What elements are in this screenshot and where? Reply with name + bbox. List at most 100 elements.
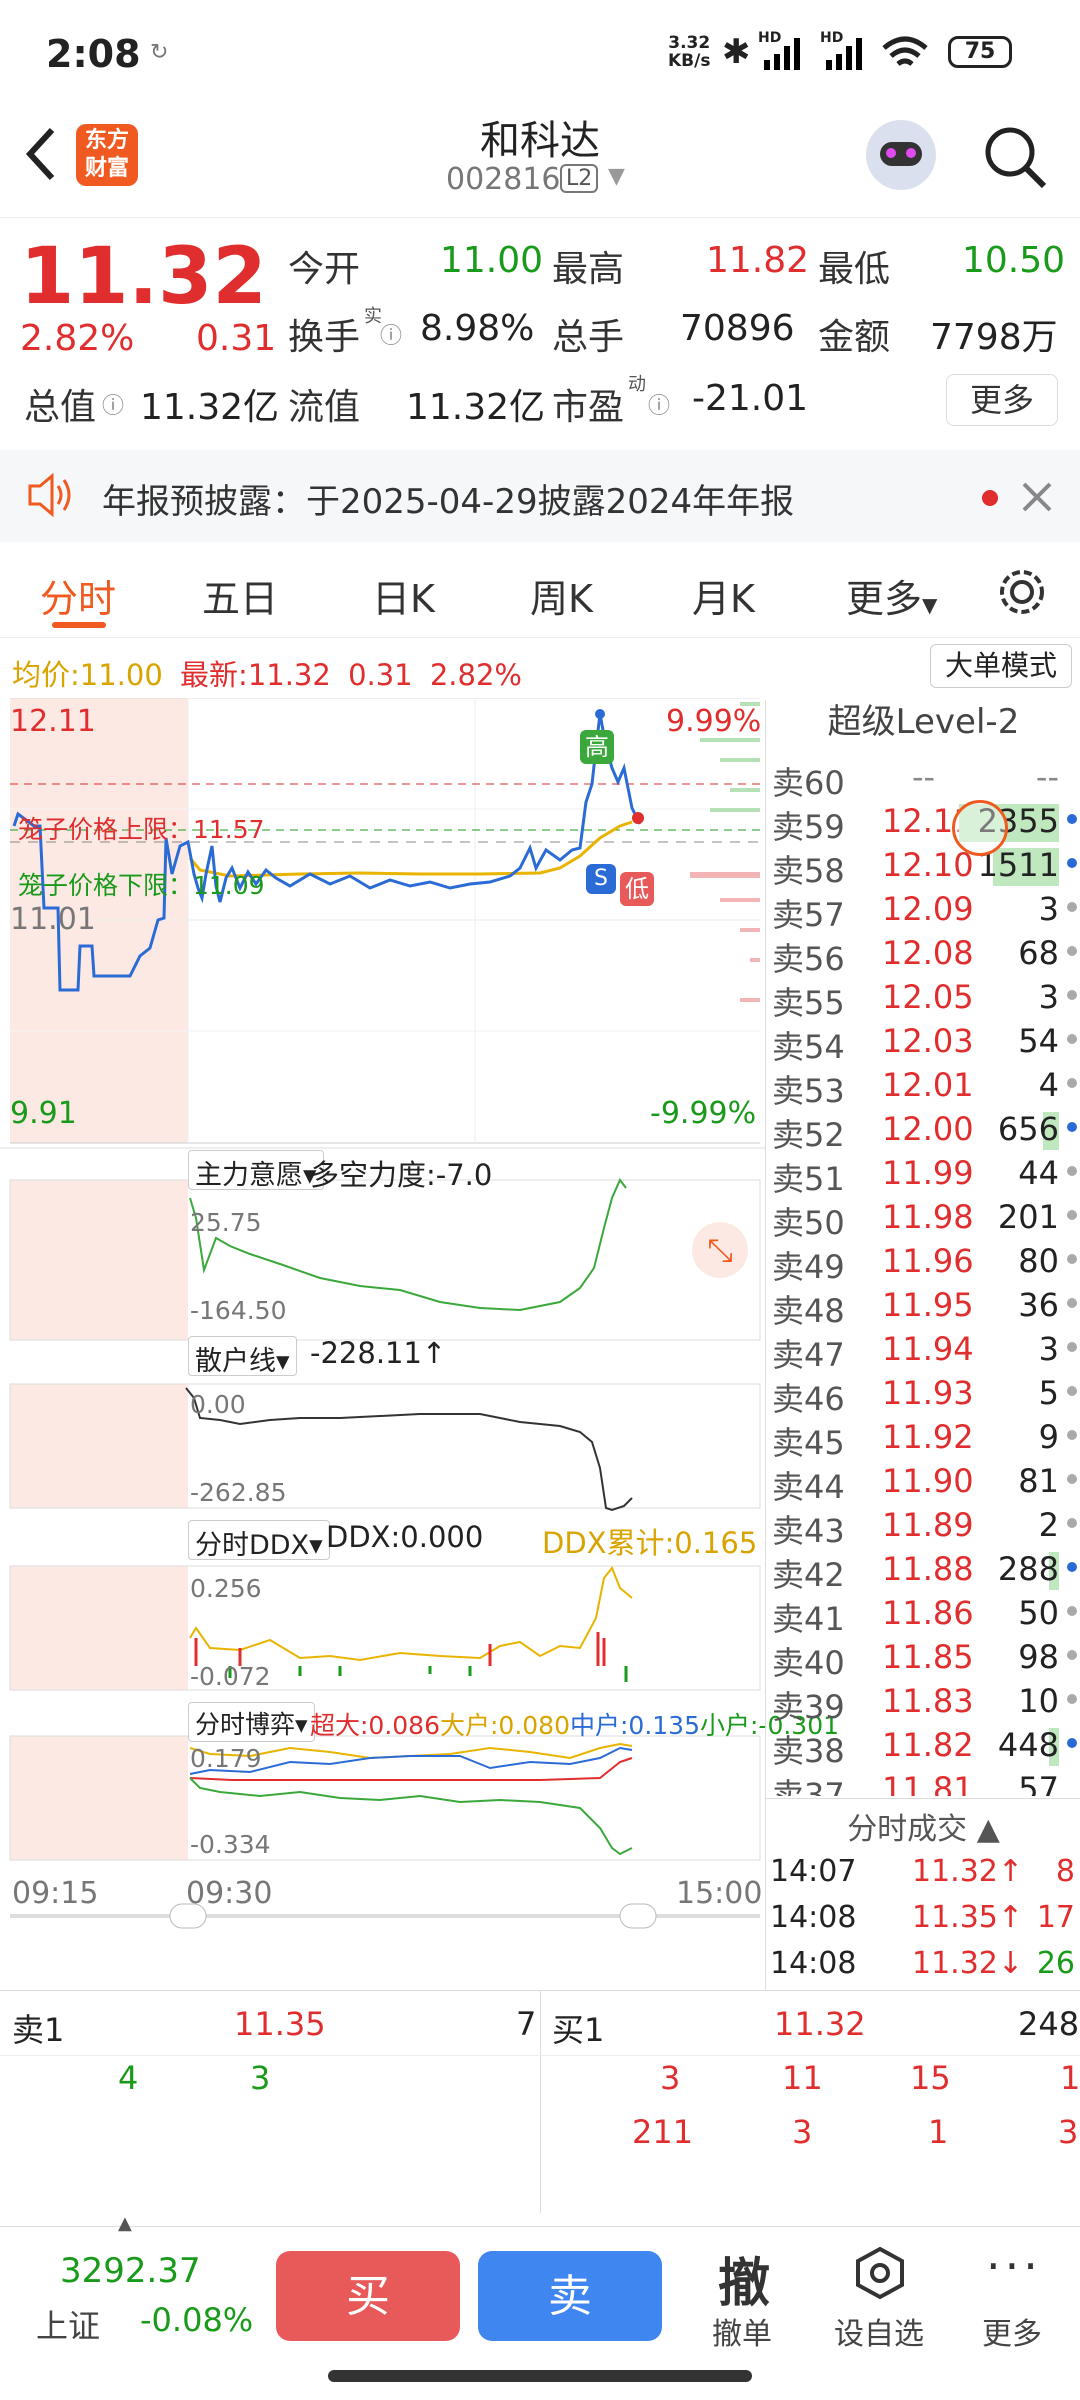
add-watchlist-icon[interactable] <box>852 2245 908 2301</box>
depth-row[interactable]: 卖43 11.89 2 <box>772 1504 1077 1550</box>
tab-more[interactable]: 更多▼ <box>846 568 937 623</box>
sell-queue-item: 4 <box>118 2059 139 2097</box>
info-icon[interactable]: ⓘ <box>102 388 124 420</box>
depth-row[interactable]: 卖38 11.82 448 <box>772 1724 1077 1770</box>
buy-queue-item: 3 <box>792 2113 813 2151</box>
depth-row[interactable]: 卖37 11.81 57 <box>772 1768 1077 1796</box>
index-name: 上证 <box>36 2307 101 2345</box>
clock: 2:08 <box>46 32 141 76</box>
depth-row[interactable]: 卖42 11.88 288 <box>772 1548 1077 1594</box>
depth-row[interactable]: 卖55 12.05 3 <box>772 976 1077 1022</box>
quote-panel: 11.32 2.82% 0.31 今开 11.00 最高 11.82 最低 10… <box>0 218 1080 448</box>
tick-row: 14:08 11.35↑ 17 <box>770 1900 1075 1935</box>
depth-row[interactable]: 卖60 -- -- <box>772 756 1077 802</box>
tab-5day[interactable]: 五日 <box>202 568 278 623</box>
level-badge[interactable]: L2 <box>560 164 599 193</box>
big-order-mode-button[interactable]: 大单模式 <box>930 644 1072 688</box>
tab-intraday[interactable]: 分时 <box>40 568 116 623</box>
tab-daily[interactable]: 日K <box>372 568 435 623</box>
speaker-icon <box>28 472 71 518</box>
indicator-selector-retail[interactable]: 散户线▾ <box>188 1336 297 1377</box>
caret-up-icon[interactable]: ▲ <box>118 2213 132 2234</box>
signal-icon-2 <box>826 38 862 70</box>
buy-button[interactable]: 买 <box>276 2251 460 2341</box>
more-button[interactable]: 更多 <box>946 374 1058 426</box>
sub4-min: -0.334 <box>190 1830 271 1859</box>
depth-row[interactable]: 卖45 11.92 9 <box>772 1416 1077 1462</box>
info-icon[interactable]: ⓘ <box>380 318 402 350</box>
depth-list[interactable]: 卖60 -- -- 卖59 12.11 2355 卖58 12.10 1511 卖57 12.… <box>766 756 1080 1796</box>
change-percent: 2.82% <box>20 318 135 359</box>
pe-value: -21.01 <box>692 378 809 419</box>
bottom-price-label: 9.91 <box>10 1096 77 1131</box>
depth-row[interactable]: 卖53 12.01 4 <box>772 1064 1077 1110</box>
volume-value: 70896 <box>680 308 795 349</box>
depth-row[interactable]: 卖49 11.96 80 <box>772 1240 1077 1286</box>
sell1-label: 卖1 <box>12 2011 65 2049</box>
info-icon[interactable]: ⓘ <box>648 388 670 420</box>
order-queue-panel: 卖1 11.35 7 4 3 买1 11.32 248 3 11 15 1 21… <box>0 1990 1080 2213</box>
add-watchlist-label[interactable]: 设自选 <box>834 2309 924 2353</box>
home-indicator[interactable] <box>328 2370 752 2382</box>
depth-row[interactable]: 卖50 11.98 201 <box>772 1196 1077 1242</box>
indicator-selector-game[interactable]: 分时博弈▾ <box>188 1702 315 1742</box>
top-pct-label: 9.99% <box>666 704 762 739</box>
depth-row[interactable]: 卖44 11.90 81 <box>772 1460 1077 1506</box>
search-icon[interactable] <box>980 122 1050 192</box>
sub2-value: -228.11↑ <box>310 1336 447 1370</box>
volume-label: 总手 <box>552 317 625 358</box>
tab-weekly[interactable]: 周K <box>530 568 593 623</box>
upper-limit-label: 笼子价格上限：11.57 <box>18 815 265 844</box>
depth-row[interactable]: 卖59 12.11 2355 <box>772 800 1077 846</box>
more-label[interactable]: 更多 <box>982 2309 1042 2353</box>
floating-arrow-button[interactable] <box>952 800 1008 856</box>
top-price-label: 12.11 <box>10 704 96 739</box>
chevron-down-icon[interactable]: ▼ <box>608 164 625 189</box>
cancel-icon[interactable]: 撤 <box>718 2241 770 2316</box>
sell-button[interactable]: 卖 <box>478 2251 662 2341</box>
sell-marker[interactable]: S <box>586 864 616 894</box>
settings-gear-icon[interactable] <box>996 566 1048 618</box>
notice-bar[interactable]: 年报预披露：于2025-04-29披露2024年年报 <box>0 450 1080 542</box>
depth-row[interactable]: 卖51 11.99 44 <box>772 1152 1077 1198</box>
depth-row[interactable]: 卖39 11.83 10 <box>772 1680 1077 1726</box>
cancel-order-label[interactable]: 撤单 <box>712 2309 772 2353</box>
time-start: 09:15 <box>12 1876 99 1911</box>
sub4-max: 0.179 <box>190 1744 262 1773</box>
buy-queue-item: 1 <box>1060 2059 1080 2097</box>
depth-row[interactable]: 卖57 12.09 3 <box>772 888 1077 934</box>
mcap-label: 总值 <box>24 387 97 428</box>
buy-queue-item: 3 <box>660 2059 681 2097</box>
depth-row[interactable]: 卖48 11.95 36 <box>772 1284 1077 1330</box>
lower-limit-label: 笼子价格下限：11.09 <box>18 871 265 900</box>
ticks-header[interactable]: 分时成交 ▲ <box>766 1804 1080 1848</box>
robot-assistant-icon[interactable] <box>866 120 936 190</box>
index-value[interactable]: 3292.37 <box>60 2251 201 2291</box>
sub2-min: -262.85 <box>190 1478 287 1507</box>
depth-row[interactable]: 卖54 12.03 54 <box>772 1020 1077 1066</box>
depth-row[interactable]: 卖40 11.85 98 <box>772 1636 1077 1682</box>
index-change: -0.08% <box>140 2301 254 2339</box>
indicator-selector-ddx[interactable]: 分时DDX▾ <box>188 1520 330 1561</box>
depth-row[interactable]: 卖52 12.00 656 <box>772 1108 1077 1154</box>
close-icon[interactable] <box>1020 480 1054 514</box>
high-marker: 高 <box>580 730 614 764</box>
trade-toolbar: ▲ 3292.37 上证 -0.08% 买 卖 撤 撤单 设自选 ··· 更多 <box>0 2213 1080 2356</box>
expand-icon[interactable]: ⤡ <box>692 1222 748 1278</box>
depth-row[interactable]: 卖41 11.86 50 <box>772 1592 1077 1638</box>
indicator-selector-main-force[interactable]: 主力意愿▾ <box>188 1150 324 1191</box>
intraday-chart-area[interactable]: 均价:11.00 最新:11.32 0.31 2.82% 大单模式 12.11 … <box>0 640 1072 1990</box>
depth-row[interactable]: 卖58 12.10 1511 <box>772 844 1077 890</box>
active-tab-indicator <box>52 622 106 628</box>
open-value: 11.00 <box>440 240 544 281</box>
tab-monthly[interactable]: 月K <box>692 568 755 623</box>
sub3-min: -0.072 <box>190 1662 271 1691</box>
buy-queue-item: 15 <box>910 2059 951 2097</box>
top-nav: 东方 财富 和科达 002816 L2 ▼ <box>0 100 1080 218</box>
tick-row: 14:08 11.32↓ 26 <box>770 1946 1075 1981</box>
depth-row[interactable]: 卖46 11.93 5 <box>772 1372 1077 1418</box>
more-dots-icon[interactable]: ··· <box>986 2239 1042 2293</box>
depth-row[interactable]: 卖56 12.08 68 <box>772 932 1077 978</box>
level2-panel[interactable]: 超级Level-2 卖60 -- -- 卖59 12.11 2355 卖58 12.10 1… <box>765 700 1080 1990</box>
depth-row[interactable]: 卖47 11.94 3 <box>772 1328 1077 1374</box>
